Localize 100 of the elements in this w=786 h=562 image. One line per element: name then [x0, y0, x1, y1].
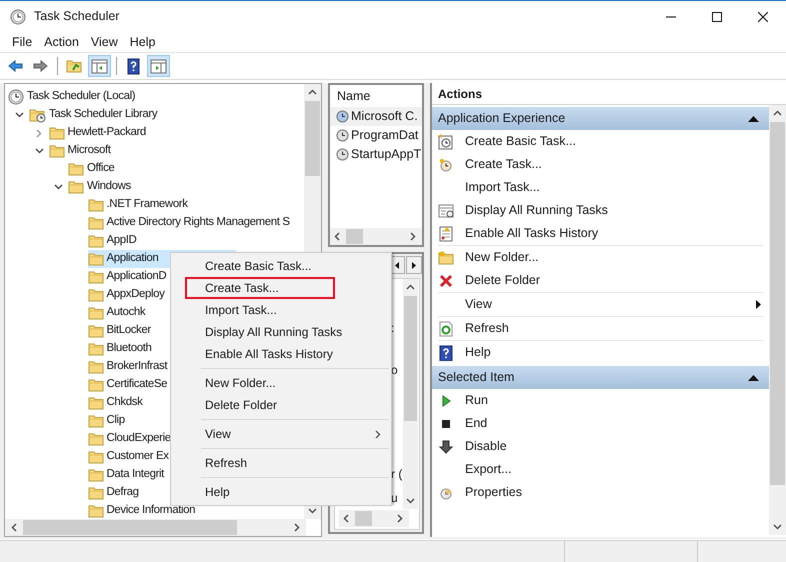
- scroll-left-icon[interactable]: [343, 514, 349, 523]
- chevron-down-icon[interactable]: [15, 112, 24, 118]
- scroll-thumb[interactable]: [346, 229, 363, 244]
- scroll-thumb[interactable]: [355, 511, 372, 526]
- scroll-right-icon[interactable]: [410, 232, 416, 241]
- tree-item[interactable]: Customer Ex: [88, 448, 171, 466]
- clock-icon: [336, 129, 349, 142]
- pane-command[interactable]: New Folder...: [432, 246, 769, 269]
- tab-scroll-right-button[interactable]: [406, 256, 422, 274]
- collapse-arrow-icon: [748, 116, 759, 122]
- chevron-down-icon[interactable]: [34, 148, 44, 154]
- menu-item[interactable]: View: [84, 32, 124, 52]
- scroll-up-icon[interactable]: [406, 284, 415, 290]
- pane-command[interactable]: Create Basic Task...: [432, 130, 769, 153]
- tree-item[interactable]: CloudExperie: [88, 430, 173, 448]
- folder-icon: [48, 143, 64, 159]
- menu-item[interactable]: New Folder...: [171, 372, 391, 394]
- scroll-left-icon[interactable]: [11, 523, 17, 532]
- horizontal-scrollbar[interactable]: [339, 510, 409, 527]
- tree-item[interactable]: AppID: [88, 232, 138, 250]
- tree-item[interactable]: Clip: [88, 412, 127, 430]
- pane-command[interactable]: Properties: [432, 481, 769, 504]
- task-row[interactable]: ProgramDat: [330, 126, 422, 145]
- tree-item[interactable]: Microsoft: [48, 142, 113, 160]
- menu-item[interactable]: Import Task...: [171, 299, 391, 321]
- tree-item[interactable]: Device Information: [88, 502, 198, 520]
- maximize-icon: [712, 12, 722, 22]
- menu-item[interactable]: Refresh: [171, 452, 391, 474]
- tree-item[interactable]: Bluetooth: [88, 340, 154, 358]
- scroll-down-icon[interactable]: [773, 524, 782, 530]
- menu-item[interactable]: Delete Folder: [171, 394, 391, 416]
- pane-command[interactable]: End: [432, 412, 769, 435]
- section-header[interactable]: Selected Item: [432, 366, 769, 389]
- calendar-clock-icon: [438, 134, 454, 150]
- tree-item[interactable]: .NET Framework: [88, 196, 190, 214]
- folder-icon: [88, 233, 104, 249]
- menu-item[interactable]: Help: [171, 481, 391, 503]
- menu-item[interactable]: File: [6, 32, 38, 52]
- notepad-icon: [438, 226, 454, 242]
- pane-command[interactable]: Create Task...: [432, 153, 769, 176]
- pane-command[interactable]: Delete Folder: [432, 269, 769, 292]
- menu-item[interactable]: Help: [124, 32, 162, 52]
- menu-item[interactable]: Display All Running Tasks: [171, 321, 391, 343]
- horizontal-scrollbar[interactable]: [330, 228, 422, 245]
- task-row[interactable]: StartupAppT: [330, 145, 422, 164]
- pane-command[interactable]: Enable All Tasks History: [432, 222, 769, 245]
- chevron-down-icon[interactable]: [54, 184, 63, 190]
- folder-icon: [88, 449, 104, 465]
- scroll-up-icon[interactable]: [773, 110, 782, 116]
- pane-command[interactable]: Display All Running Tasks: [432, 199, 769, 222]
- pane-command[interactable]: View: [432, 293, 769, 316]
- horizontal-scrollbar[interactable]: [5, 519, 306, 536]
- menu-item[interactable]: Action: [38, 32, 85, 52]
- down-arrow-icon: [438, 438, 454, 454]
- tree-item[interactable]: Windows: [68, 178, 133, 196]
- column-header[interactable]: Name: [337, 86, 370, 106]
- pane-command[interactable]: Run: [432, 389, 769, 412]
- menu-item[interactable]: Enable All Tasks History: [171, 343, 391, 365]
- tree-item[interactable]: BrokerInfrast: [88, 358, 170, 376]
- pane-command[interactable]: Export...: [432, 458, 769, 481]
- folder-icon: [88, 341, 104, 357]
- pane-command[interactable]: Import Task...: [432, 176, 769, 199]
- tree-item[interactable]: Task Scheduler Library: [29, 106, 160, 124]
- scroll-thumb[interactable]: [23, 520, 237, 535]
- tree-item[interactable]: Autochk: [88, 304, 148, 322]
- scroll-right-icon[interactable]: [397, 514, 403, 523]
- scroll-thumb[interactable]: [404, 296, 417, 421]
- tree-item[interactable]: Defrag: [88, 484, 141, 502]
- tree-item[interactable]: CertificateSe: [88, 376, 170, 394]
- triangle-right-icon: [412, 262, 416, 268]
- tree-item[interactable]: Hewlett-Packard: [48, 124, 148, 142]
- scroll-up-icon[interactable]: [308, 89, 317, 95]
- tree-item[interactable]: AppxDeploy: [88, 286, 167, 304]
- task-row[interactable]: Microsoft C.: [330, 107, 422, 126]
- tree-item[interactable]: BitLocker: [88, 322, 153, 340]
- tree-item[interactable]: Data Integrit: [88, 466, 166, 484]
- folder-icon: [88, 377, 104, 393]
- pane-command[interactable]: Disable: [432, 435, 769, 458]
- pane-command[interactable]: Refresh: [432, 317, 769, 340]
- scroll-down-icon[interactable]: [406, 498, 415, 504]
- pane-command[interactable]: Help: [432, 341, 769, 364]
- scroll-down-icon[interactable]: [308, 508, 317, 514]
- tree-item[interactable]: ApplicationD: [88, 268, 168, 286]
- tree-item[interactable]: Office: [68, 160, 116, 178]
- tree-item[interactable]: Active Directory Rights Management S: [88, 214, 292, 232]
- chevron-right-icon[interactable]: [36, 128, 42, 138]
- collapse-arrow-icon: [748, 374, 759, 380]
- scroll-right-icon[interactable]: [294, 523, 300, 532]
- help-icon: [125, 58, 142, 74]
- folder-icon: [88, 305, 104, 321]
- scroll-thumb[interactable]: [305, 101, 320, 176]
- scroll-thumb[interactable]: [770, 122, 785, 485]
- scroll-left-icon[interactable]: [334, 232, 340, 241]
- folder-icon: [88, 269, 104, 285]
- tree-item[interactable]: Chkdsk: [88, 394, 144, 412]
- tree-item[interactable]: Task Scheduler (Local): [8, 88, 138, 106]
- section-header[interactable]: Application Experience: [432, 107, 769, 130]
- menu-item[interactable]: View: [171, 423, 391, 445]
- vertical-scrollbar[interactable]: [403, 279, 418, 509]
- vertical-scrollbar[interactable]: [769, 105, 786, 535]
